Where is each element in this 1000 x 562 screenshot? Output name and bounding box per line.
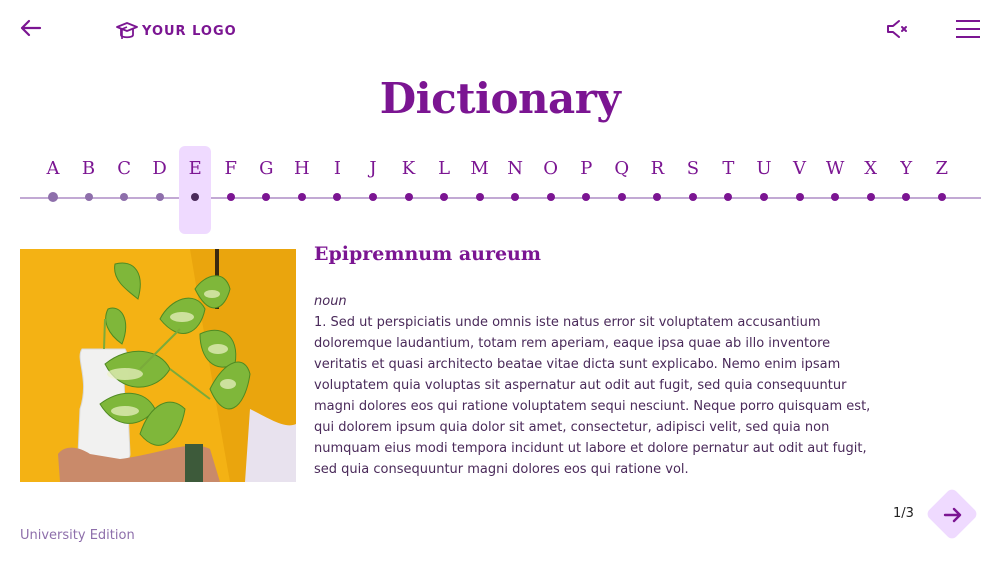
letter-b[interactable]: B <box>73 146 105 234</box>
letter-t[interactable]: T <box>712 146 744 234</box>
letter-label: D <box>152 158 167 179</box>
letter-label: Q <box>614 158 630 179</box>
letter-dot <box>937 193 946 201</box>
letter-f[interactable]: F <box>215 146 247 234</box>
letter-m[interactable]: M <box>464 146 496 234</box>
letter-dot <box>582 193 591 201</box>
arrow-left-icon <box>20 19 42 37</box>
letter-label: C <box>117 158 131 179</box>
letter-label: Z <box>935 158 948 179</box>
entry-word: Epipremnum aureum <box>314 243 541 265</box>
letter-label: Y <box>900 158 913 179</box>
letter-o[interactable]: O <box>535 146 567 234</box>
letter-a[interactable]: A <box>37 146 69 234</box>
letter-q[interactable]: Q <box>606 146 638 234</box>
letter-s[interactable]: S <box>677 146 709 234</box>
letter-label: J <box>369 158 377 179</box>
letter-dot <box>475 193 484 201</box>
hamburger-menu-icon <box>956 20 980 38</box>
letter-r[interactable]: R <box>641 146 673 234</box>
back-button[interactable] <box>18 16 44 42</box>
speaker-muted-icon <box>887 20 907 38</box>
letter-label: P <box>580 158 593 179</box>
letter-c[interactable]: C <box>108 146 140 234</box>
letter-l[interactable]: L <box>428 146 460 234</box>
letter-w[interactable]: W <box>819 146 851 234</box>
letter-label: E <box>188 158 202 179</box>
letter-z[interactable]: Z <box>926 146 958 234</box>
next-button[interactable] <box>925 487 979 541</box>
entry-definition: 1. Sed ut perspiciatis unde omnis iste n… <box>314 315 871 477</box>
letter-label: K <box>401 158 416 179</box>
letter-label: X <box>864 158 878 179</box>
graduation-cap-icon <box>116 22 138 39</box>
letter-dot <box>368 193 377 201</box>
letter-p[interactable]: P <box>570 146 602 234</box>
letter-label: G <box>259 158 274 179</box>
letter-label: V <box>793 158 807 179</box>
letter-dot <box>440 193 449 201</box>
letter-d[interactable]: D <box>144 146 176 234</box>
letter-h[interactable]: H <box>286 146 318 234</box>
letter-label: A <box>46 158 60 179</box>
letter-label: W <box>825 158 845 179</box>
letter-k[interactable]: K <box>393 146 425 234</box>
letter-dot <box>511 193 520 201</box>
letter-dot <box>760 193 768 201</box>
letter-dot <box>333 193 342 201</box>
letter-dot <box>617 193 626 201</box>
letter-dot <box>688 193 697 201</box>
page-title: Dictionary <box>379 74 621 123</box>
letter-label: H <box>293 158 310 179</box>
letter-i[interactable]: I <box>321 146 353 234</box>
letter-n[interactable]: N <box>499 146 531 234</box>
letter-label: I <box>333 158 341 179</box>
part-of-speech: noun <box>314 294 347 309</box>
letter-dot <box>831 193 840 201</box>
letter-dot <box>226 193 235 201</box>
entry-image <box>20 249 296 482</box>
letter-e[interactable]: E <box>179 146 212 234</box>
letter-dot <box>902 193 911 201</box>
letter-label: F <box>224 158 238 179</box>
letter-label: N <box>507 158 524 179</box>
letter-y[interactable]: Y <box>890 146 922 234</box>
letter-label: T <box>722 158 735 179</box>
letter-g[interactable]: G <box>250 146 282 234</box>
letter-label: O <box>543 158 559 179</box>
letter-label: B <box>81 158 96 179</box>
letter-label: R <box>650 158 665 179</box>
letter-dot <box>297 193 306 201</box>
letter-x[interactable]: X <box>855 146 887 234</box>
letter-label: S <box>686 158 700 179</box>
letter-j[interactable]: J <box>357 146 389 234</box>
letter-dot <box>724 193 733 201</box>
letter-dot <box>48 192 58 202</box>
letter-dot <box>795 193 804 201</box>
letter-dot <box>155 193 164 201</box>
letter-dot <box>120 193 129 201</box>
page-indicator: 1/3 <box>893 506 914 521</box>
mute-button[interactable] <box>886 18 910 40</box>
letter-u[interactable]: U <box>748 146 780 234</box>
letter-label: L <box>438 158 451 179</box>
edition-label: University Edition <box>20 528 135 543</box>
letter-dot <box>653 193 662 201</box>
logo-text: YOUR LOGO <box>142 23 237 39</box>
letter-label: U <box>756 158 772 179</box>
letter-dot <box>191 193 200 201</box>
menu-button[interactable] <box>955 18 981 40</box>
letter-dot <box>84 193 93 201</box>
letter-label: M <box>470 158 489 179</box>
logo: YOUR LOGO <box>116 20 237 42</box>
letter-dot <box>262 193 271 201</box>
letter-dot <box>866 193 875 201</box>
letter-dot <box>404 193 413 201</box>
letter-v[interactable]: V <box>784 146 816 234</box>
letter-dot <box>546 193 555 201</box>
